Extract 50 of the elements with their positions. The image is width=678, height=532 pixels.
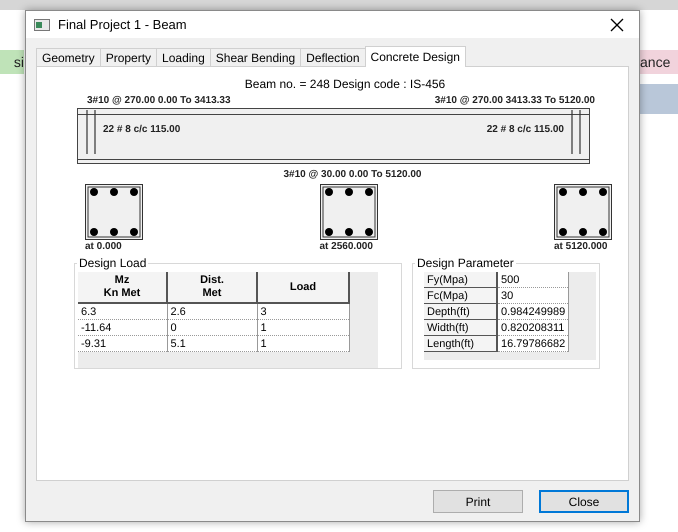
tab[interactable]: Concrete Design <box>364 46 466 67</box>
stirrup-icon <box>570 110 582 154</box>
group-title: Design Load <box>77 256 148 270</box>
stirrup-icon <box>85 110 97 154</box>
table-cell: 3 <box>257 303 349 320</box>
parameter-value: 500 <box>497 272 569 288</box>
parameter-value: 30 <box>497 288 569 304</box>
table-cell: -11.64 <box>78 320 167 336</box>
parameter-value: 16.79786682 <box>497 336 569 352</box>
column-header: Dist. Met <box>167 272 257 303</box>
print-button[interactable]: Print <box>433 490 523 513</box>
background-label: si <box>0 50 24 74</box>
group-title: Design Parameter <box>415 256 516 270</box>
section-label: at 0.000 <box>85 241 122 252</box>
column-header: Load <box>257 272 349 303</box>
parameter-value: 0.820208311 <box>497 320 569 336</box>
table-cell: 2.6 <box>167 303 257 320</box>
table-cell: 0 <box>167 320 257 336</box>
parameter-name: Fc(Mpa) <box>424 288 497 304</box>
table-cell: 5.1 <box>167 336 257 352</box>
window-icon <box>34 18 50 30</box>
window-title: Final Project 1 - Beam <box>58 17 188 32</box>
parameter-name: Length(ft) <box>424 336 497 352</box>
tab[interactable]: Shear Bending <box>210 48 302 67</box>
background-label: ance <box>638 50 678 74</box>
parameter-name: Width(ft) <box>424 320 497 336</box>
cross-section-drawing <box>85 184 143 240</box>
background-panel <box>638 84 678 114</box>
stirrup-label: 22 # 8 c/c 115.00 <box>103 124 180 135</box>
beam-header: Beam no. = 248 Design code : IS-456 <box>244 77 446 91</box>
table-cell: 1 <box>257 320 349 336</box>
section-label: at 5120.000 <box>554 241 608 252</box>
cross-section-drawing <box>554 184 612 240</box>
cross-section-drawing <box>320 184 378 240</box>
table-cell: 1 <box>257 336 349 352</box>
parameter-name: Fy(Mpa) <box>424 272 497 288</box>
tab[interactable]: Loading <box>156 48 211 67</box>
rebar-label: 3#10 @ 30.00 0.00 To 5120.00 <box>284 169 422 180</box>
table-cell: 6.3 <box>78 303 167 320</box>
rebar-label: 3#10 @ 270.00 3413.33 To 5120.00 <box>434 95 595 106</box>
close-button[interactable]: Close <box>539 490 629 513</box>
rebar-label: 3#10 @ 270.00 0.00 To 3413.33 <box>87 95 231 106</box>
parameter-value: 0.984249989 <box>497 304 569 320</box>
section-label: at 2560.000 <box>320 241 373 252</box>
column-header: Mz Kn Met <box>78 272 167 303</box>
parameter-name: Depth(ft) <box>424 304 497 320</box>
stirrup-label: 22 # 8 c/c 115.00 <box>486 124 564 135</box>
table-cell: -9.31 <box>78 336 167 352</box>
tab[interactable]: Geometry <box>36 48 101 67</box>
tab[interactable]: Property <box>100 48 158 67</box>
